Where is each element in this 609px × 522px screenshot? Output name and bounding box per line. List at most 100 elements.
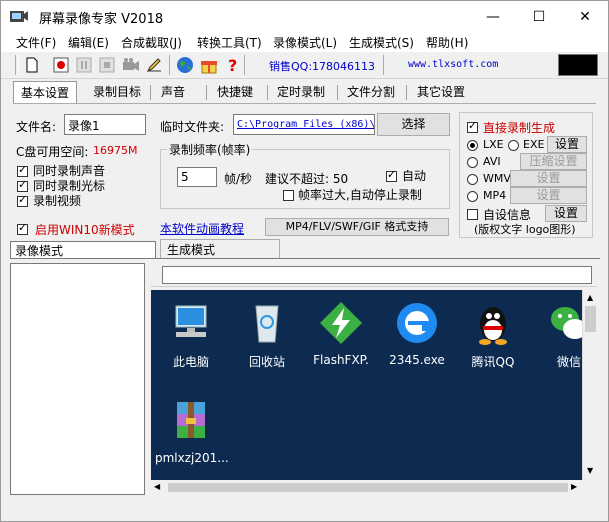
tutorial-link[interactable]: 本软件动画教程 bbox=[160, 220, 244, 237]
temp-folder-label: 临时文件夹: bbox=[160, 120, 225, 134]
preview-horizontal-scrollbar[interactable]: ◀ ▶ bbox=[151, 480, 582, 495]
exe-label: EXE bbox=[523, 138, 545, 151]
pause-icon[interactable] bbox=[75, 56, 93, 74]
playback-progress-bar[interactable] bbox=[162, 266, 592, 284]
toolbar-separator bbox=[244, 55, 245, 75]
direct-generate-checkbox[interactable] bbox=[467, 119, 478, 133]
lxe-radio[interactable] bbox=[467, 140, 478, 151]
stop-icon[interactable] bbox=[98, 56, 116, 74]
scroll-right-arrow-icon[interactable]: ▶ bbox=[571, 482, 577, 491]
browser-2345-icon bbox=[397, 303, 437, 343]
basic-settings-panel: 文件名: 录像1 临时文件夹: C:\Program Files (x86)\ … bbox=[13, 103, 596, 240]
desktop-item-flashfxp[interactable]: FlashFXP. bbox=[305, 300, 377, 367]
recycle-bin-icon bbox=[255, 305, 279, 343]
desktop-item-2345[interactable]: 2345.exe bbox=[381, 300, 453, 367]
close-button[interactable]: ✕ bbox=[562, 1, 608, 32]
wmv-radio[interactable] bbox=[467, 174, 478, 185]
toolbar-grip bbox=[15, 55, 19, 75]
auto-stop-checkbox[interactable] bbox=[283, 190, 294, 201]
scroll-thumb[interactable] bbox=[585, 306, 596, 332]
recording-file-list[interactable] bbox=[10, 263, 145, 495]
record-mode-tab[interactable]: 录像模式 bbox=[10, 241, 156, 258]
preview-top-line bbox=[151, 286, 597, 287]
desktop-item-recycle-bin[interactable]: 回收站 bbox=[231, 300, 303, 370]
pen-icon[interactable] bbox=[145, 56, 163, 74]
website-link[interactable]: www.tlxsoft.com bbox=[408, 59, 498, 70]
help-icon[interactable]: ? bbox=[223, 56, 241, 74]
lxe-setting-button[interactable]: 设置 bbox=[547, 136, 587, 153]
toolbar-separator bbox=[169, 55, 170, 75]
record-icon[interactable] bbox=[52, 56, 70, 74]
auto-stop-label: 帧率过大,自动停止录制 bbox=[298, 188, 422, 202]
desktop-item-label: 回收站 bbox=[248, 355, 285, 369]
flashfxp-icon bbox=[320, 302, 362, 344]
tab-other-settings[interactable]: 其它设置 bbox=[409, 81, 473, 103]
framerate-group-title: 录制频率(帧率) bbox=[167, 141, 253, 158]
record-cursor-checkbox[interactable] bbox=[17, 178, 28, 192]
custom-info-checkbox[interactable] bbox=[467, 209, 478, 220]
globe-icon[interactable] bbox=[176, 56, 194, 74]
generate-mode-tab[interactable]: 生成模式 bbox=[160, 239, 280, 258]
gift-icon[interactable] bbox=[200, 56, 218, 74]
desktop-item-this-pc[interactable]: 此电脑 bbox=[155, 300, 227, 370]
desktop-preview: 此电脑 回收站 FlashFXP. 2345.exe 腾讯QQ 微信 pmlxz… bbox=[151, 290, 582, 480]
compress-setting-button[interactable]: 压缩设置 bbox=[520, 153, 587, 170]
menu-compose[interactable]: 合成截取(J) bbox=[121, 34, 182, 51]
win10-mode-checkbox[interactable] bbox=[17, 221, 28, 235]
winrar-icon bbox=[177, 402, 205, 438]
preview-black-box bbox=[558, 54, 598, 76]
new-file-icon[interactable] bbox=[23, 56, 41, 74]
tab-hotkeys[interactable]: 快捷键 bbox=[209, 81, 261, 103]
desktop-item-wechat[interactable]: 微信 bbox=[533, 300, 582, 370]
temp-folder-input[interactable]: C:\Program Files (x86)\ bbox=[233, 114, 375, 135]
wmv-setting-button[interactable]: 设置 bbox=[510, 170, 587, 187]
title-bar: 屏幕录像专家 V2018 — ☐ ✕ bbox=[1, 1, 608, 32]
mode-tab-divider bbox=[10, 258, 600, 259]
maximize-button[interactable]: ☐ bbox=[516, 1, 562, 32]
mp4-setting-button[interactable]: 设置 bbox=[510, 187, 587, 204]
record-video-checkbox[interactable] bbox=[17, 193, 28, 207]
desktop-item-winrar[interactable]: pmlxzj201... bbox=[155, 398, 229, 465]
tab-sound[interactable]: 声音 bbox=[153, 81, 193, 103]
avi-radio[interactable] bbox=[467, 157, 478, 168]
desktop-item-label: 2345.exe bbox=[389, 353, 445, 367]
preview-vertical-scrollbar[interactable]: ▲ ▼ bbox=[582, 290, 598, 480]
menu-convert[interactable]: 转换工具(T) bbox=[197, 34, 262, 51]
avi-label: AVI bbox=[483, 155, 501, 168]
desktop-item-label: 此电脑 bbox=[172, 355, 209, 369]
filename-input[interactable]: 录像1 bbox=[64, 114, 146, 135]
exe-radio[interactable] bbox=[508, 140, 519, 151]
tab-scheduled-record[interactable]: 定时录制 bbox=[269, 81, 333, 103]
menu-help[interactable]: 帮助(H) bbox=[426, 34, 468, 51]
framerate-max-label: 建议不超过: 50 bbox=[265, 172, 349, 186]
custom-info-setting-button[interactable]: 设置 bbox=[545, 205, 587, 222]
auto-framerate-checkbox[interactable] bbox=[386, 168, 397, 182]
scroll-up-arrow-icon[interactable]: ▲ bbox=[587, 293, 593, 302]
tab-basic-settings[interactable]: 基本设置 bbox=[13, 81, 77, 103]
win10-mode-label: 启用WIN10新模式 bbox=[35, 223, 135, 237]
scroll-thumb[interactable] bbox=[168, 483, 568, 492]
computer-icon bbox=[175, 305, 207, 337]
minimize-button[interactable]: — bbox=[470, 1, 516, 32]
scroll-left-arrow-icon[interactable]: ◀ bbox=[154, 482, 160, 491]
scroll-down-arrow-icon[interactable]: ▼ bbox=[587, 466, 593, 475]
desktop-item-qq[interactable]: 腾讯QQ bbox=[457, 300, 529, 370]
tab-file-split[interactable]: 文件分割 bbox=[339, 81, 403, 103]
lxe-label: LXE bbox=[483, 138, 504, 151]
tab-separator bbox=[406, 85, 407, 100]
tab-separator bbox=[337, 85, 338, 100]
mp4-radio[interactable] bbox=[467, 191, 478, 202]
browse-button[interactable]: 选择 bbox=[377, 113, 450, 136]
menu-generate-mode[interactable]: 生成模式(S) bbox=[349, 34, 414, 51]
framerate-input[interactable]: 5 bbox=[177, 167, 217, 187]
menu-edit[interactable]: 编辑(E) bbox=[68, 34, 109, 51]
tab-record-target[interactable]: 录制目标 bbox=[85, 81, 149, 103]
generate-mode-label: 生成模式 bbox=[167, 243, 216, 257]
menu-record-mode[interactable]: 录像模式(L) bbox=[273, 34, 337, 51]
record-sound-checkbox[interactable] bbox=[17, 163, 28, 177]
format-support-button[interactable]: MP4/FLV/SWF/GIF 格式支持 bbox=[265, 218, 449, 236]
qq-icon bbox=[479, 307, 507, 345]
menu-file[interactable]: 文件(F) bbox=[16, 34, 56, 51]
app-window: 屏幕录像专家 V2018 — ☐ ✕ 文件(F) 编辑(E) 合成截取(J) 转… bbox=[0, 0, 609, 522]
camera-icon[interactable] bbox=[122, 56, 140, 74]
